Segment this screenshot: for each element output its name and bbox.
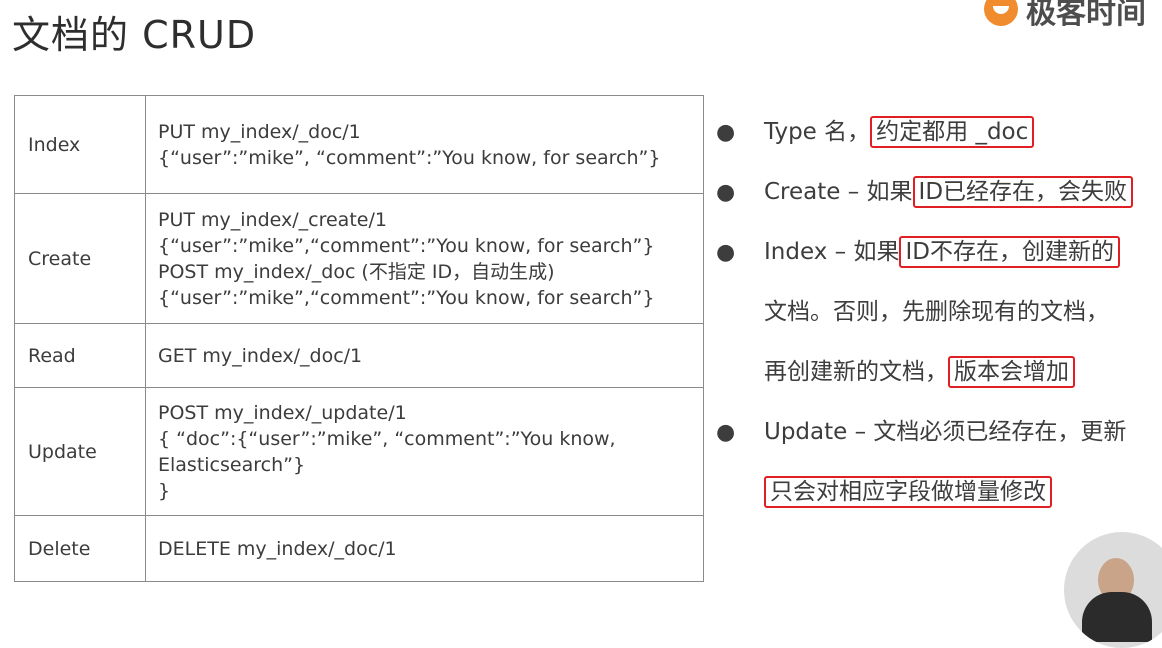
highlight-box: ID已经存在，会失败 bbox=[912, 176, 1134, 208]
operation-cell: Update bbox=[14, 387, 146, 516]
highlight-box: ID不存在，创建新的 bbox=[899, 236, 1120, 268]
bullet-dot-icon: ● bbox=[716, 240, 736, 265]
request-line: {“user”:”mike”,“comment”:”You know, for … bbox=[158, 234, 655, 257]
bullet-dot-icon: ● bbox=[716, 120, 736, 145]
table-row: Index PUT my_index/_doc/1 {“user”:”mike”, … bbox=[14, 95, 704, 194]
highlight-box: 只会对相应字段做增量修改 bbox=[764, 476, 1052, 508]
request-line: DELETE my_index/_doc/1 bbox=[158, 537, 397, 560]
bullet-dot-icon: ● bbox=[716, 420, 736, 445]
request-line: POST my_index/_doc (不指定 ID，自动生成) bbox=[158, 260, 555, 283]
bullet-index: ● Index – 如果 ID不存在，创建新的 bbox=[716, 236, 1120, 268]
bullet-update-line2: 只会对相应字段做增量修改 bbox=[764, 476, 1052, 508]
operation-cell: Delete bbox=[14, 515, 146, 582]
request-cell: DELETE my_index/_doc/1 bbox=[145, 515, 704, 582]
slide-title: 文档的 CRUD bbox=[12, 13, 257, 57]
request-line: POST my_index/_update/1 bbox=[158, 401, 407, 424]
request-line: { “doc”:{“user”:”mike”, “comment”:”You k… bbox=[158, 427, 616, 450]
bullet-update: ● Update – 文档必须已经存在，更新 bbox=[716, 417, 1126, 448]
bullet-type: ● Type 名， 约定都用 _doc bbox=[716, 116, 1035, 148]
bullet-create-text: Create – 如果 bbox=[764, 179, 913, 205]
crud-table: Index PUT my_index/_doc/1 {“user”:”mike”, … bbox=[14, 95, 704, 582]
bullet-update-text: Update – 文档必须已经存在，更新 bbox=[764, 419, 1127, 445]
bullet-index-line3: 再创建新的文档， 版本会增加 bbox=[764, 356, 1075, 388]
request-line: GET my_index/_doc/1 bbox=[158, 344, 363, 367]
bullet-index-line2: 文档。否则，先删除现有的文档， bbox=[764, 299, 1109, 325]
bullet-index-text: Index – 如果 bbox=[764, 239, 900, 265]
presenter-video-thumbnail bbox=[1064, 532, 1162, 648]
operation-cell: Create bbox=[14, 193, 146, 324]
request-line: {“user”:”mike”, “comment”:”You know, for… bbox=[158, 146, 661, 169]
table-row: Update POST my_index/_update/1 { “doc”:{“u… bbox=[14, 387, 704, 516]
request-cell: PUT my_index/_create/1 {“user”:”mike”,“co… bbox=[145, 193, 704, 324]
presenter-body bbox=[1082, 592, 1152, 642]
bullet-index-line3-text: 再创建新的文档， bbox=[764, 359, 948, 385]
bullet-create: ● Create – 如果 ID已经存在，会失败 bbox=[716, 176, 1134, 208]
operation-cell: Read bbox=[14, 323, 146, 388]
highlight-box: 约定都用 _doc bbox=[870, 116, 1035, 148]
request-line: } bbox=[158, 479, 171, 502]
bullet-dot-icon: ● bbox=[716, 180, 736, 205]
request-line: {“user”:”mike”,“comment”:”You know, for … bbox=[158, 286, 655, 309]
request-cell: GET my_index/_doc/1 bbox=[145, 323, 704, 388]
highlight-box: 版本会增加 bbox=[948, 356, 1075, 388]
request-line: PUT my_index/_create/1 bbox=[158, 208, 387, 231]
request-line: PUT my_index/_doc/1 bbox=[158, 120, 361, 143]
table-row: Delete DELETE my_index/_doc/1 bbox=[14, 515, 704, 582]
operation-cell: Index bbox=[14, 95, 146, 194]
bullet-type-text: Type 名， bbox=[764, 119, 871, 145]
table-row: Read GET my_index/_doc/1 bbox=[14, 323, 704, 388]
request-cell: PUT my_index/_doc/1 {“user”:”mike”, “comm… bbox=[145, 95, 704, 194]
bullet-list: ● Type 名， 约定都用 _doc ● Create – 如果 ID已经存在，会失败… bbox=[716, 0, 1162, 590]
request-line: Elasticsearch”} bbox=[158, 453, 306, 476]
request-cell: POST my_index/_update/1 { “doc”:{“user”:”… bbox=[145, 387, 704, 516]
table-row: Create PUT my_index/_create/1 {“user”:”mik… bbox=[14, 193, 704, 324]
